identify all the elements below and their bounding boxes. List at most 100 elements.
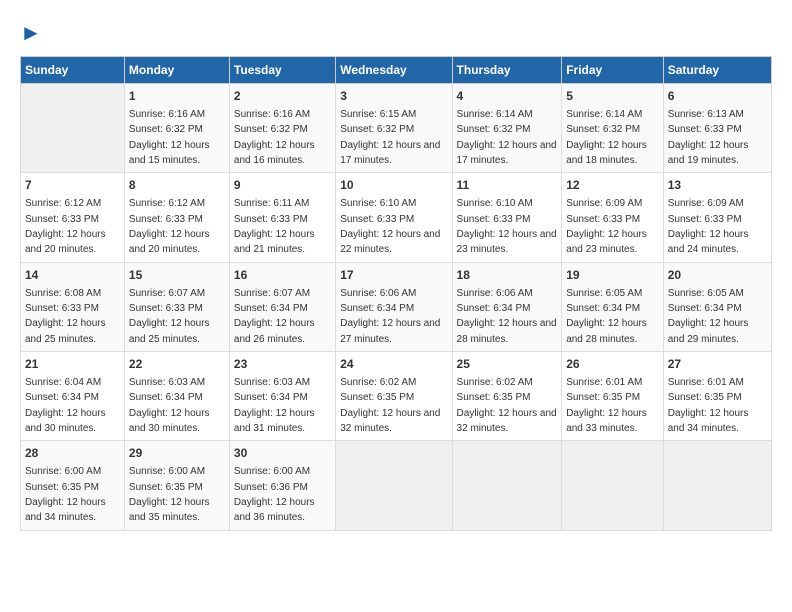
day-sunset: Sunset: 6:33 PM [25, 303, 99, 314]
day-daylight: Daylight: 12 hours and 22 minutes. [340, 229, 440, 255]
day-sunset: Sunset: 6:34 PM [340, 303, 414, 314]
day-daylight: Daylight: 12 hours and 32 minutes. [340, 408, 440, 434]
day-daylight: Daylight: 12 hours and 28 minutes. [457, 318, 557, 344]
header-friday: Friday [562, 57, 664, 84]
day-sunrise: Sunrise: 6:00 AM [129, 466, 205, 477]
day-sunset: Sunset: 6:33 PM [25, 214, 99, 225]
day-number: 21 [25, 356, 120, 373]
day-daylight: Daylight: 12 hours and 31 minutes. [234, 408, 315, 434]
day-cell: 28Sunrise: 6:00 AMSunset: 6:35 PMDayligh… [21, 441, 125, 530]
day-sunrise: Sunrise: 6:06 AM [457, 288, 533, 299]
day-daylight: Daylight: 12 hours and 23 minutes. [566, 229, 647, 255]
day-sunset: Sunset: 6:33 PM [340, 214, 414, 225]
day-sunrise: Sunrise: 6:10 AM [457, 198, 533, 209]
header-sunday: Sunday [21, 57, 125, 84]
day-daylight: Daylight: 12 hours and 30 minutes. [25, 408, 106, 434]
day-sunrise: Sunrise: 6:15 AM [340, 109, 416, 120]
day-number: 9 [234, 177, 331, 194]
day-number: 13 [668, 177, 767, 194]
day-cell [562, 441, 664, 530]
day-sunrise: Sunrise: 6:00 AM [25, 466, 101, 477]
day-daylight: Daylight: 12 hours and 25 minutes. [129, 318, 210, 344]
day-sunrise: Sunrise: 6:00 AM [234, 466, 310, 477]
day-number: 15 [129, 267, 225, 284]
day-cell: 9Sunrise: 6:11 AMSunset: 6:33 PMDaylight… [229, 173, 335, 262]
day-sunrise: Sunrise: 6:16 AM [234, 109, 310, 120]
day-number: 10 [340, 177, 447, 194]
day-sunset: Sunset: 6:35 PM [340, 392, 414, 403]
day-cell: 18 Sunrise: 6:06 AM Sunset: 6:34 PM Dayligh… [452, 262, 562, 351]
day-cell: 25Sunrise: 6:02 AMSunset: 6:35 PMDayligh… [452, 352, 562, 441]
day-cell [336, 441, 452, 530]
day-daylight: Daylight: 12 hours and 21 minutes. [234, 229, 315, 255]
day-number: 22 [129, 356, 225, 373]
day-cell: 20Sunrise: 6:05 AMSunset: 6:34 PMDayligh… [663, 262, 771, 351]
day-sunset: Sunset: 6:34 PM [25, 392, 99, 403]
day-sunset: Sunset: 6:33 PM [668, 124, 742, 135]
day-cell: 4Sunrise: 6:14 AMSunset: 6:32 PMDaylight… [452, 84, 562, 173]
day-cell [452, 441, 562, 530]
day-cell: 10Sunrise: 6:10 AMSunset: 6:33 PMDayligh… [336, 173, 452, 262]
day-cell: 30Sunrise: 6:00 AMSunset: 6:36 PMDayligh… [229, 441, 335, 530]
day-cell: 6Sunrise: 6:13 AMSunset: 6:33 PMDaylight… [663, 84, 771, 173]
day-sunset: Sunset: 6:34 PM [668, 303, 742, 314]
day-sunrise: Sunrise: 6:01 AM [566, 377, 642, 388]
day-sunrise: Sunrise: 6:08 AM [25, 288, 101, 299]
day-sunset: Sunset: 6:35 PM [25, 482, 99, 493]
day-sunset: Sunset: 6:33 PM [129, 214, 203, 225]
day-sunrise: Sunrise: 6:13 AM [668, 109, 744, 120]
day-sunset: Sunset: 6:32 PM [129, 124, 203, 135]
day-sunrise: Sunrise: 6:11 AM [234, 198, 309, 209]
day-sunset: Sunset: 6:33 PM [457, 214, 531, 225]
day-cell [21, 84, 125, 173]
day-cell: 29Sunrise: 6:00 AMSunset: 6:35 PMDayligh… [124, 441, 229, 530]
day-sunrise: Sunrise: 6:01 AM [668, 377, 744, 388]
day-number: 5 [566, 88, 659, 105]
week-row-1: 7Sunrise: 6:12 AMSunset: 6:33 PMDaylight… [21, 173, 772, 262]
day-number: 25 [457, 356, 558, 373]
day-number: 12 [566, 177, 659, 194]
day-sunrise: Sunrise: 6:03 AM [129, 377, 205, 388]
day-number: 16 [234, 267, 331, 284]
day-cell: 23Sunrise: 6:03 AMSunset: 6:34 PMDayligh… [229, 352, 335, 441]
day-sunset: Sunset: 6:35 PM [129, 482, 203, 493]
day-sunset: Sunset: 6:32 PM [340, 124, 414, 135]
day-number: 18 [457, 267, 558, 284]
day-number: 19 [566, 267, 659, 284]
day-sunrise: Sunrise: 6:16 AM [129, 109, 205, 120]
day-sunrise: Sunrise: 6:07 AM [129, 288, 205, 299]
week-row-2: 14 Sunrise: 6:08 AM Sunset: 6:33 PM Dayligh… [21, 262, 772, 351]
day-sunset: Sunset: 6:33 PM [566, 214, 640, 225]
day-daylight: Daylight: 12 hours and 36 minutes. [234, 497, 315, 523]
day-number: 24 [340, 356, 447, 373]
day-sunset: Sunset: 6:32 PM [457, 124, 531, 135]
header-monday: Monday [124, 57, 229, 84]
day-sunset: Sunset: 6:34 PM [457, 303, 531, 314]
day-daylight: Daylight: 12 hours and 33 minutes. [566, 408, 647, 434]
header-wednesday: Wednesday [336, 57, 452, 84]
day-daylight: Daylight: 12 hours and 34 minutes. [668, 408, 749, 434]
day-number: 23 [234, 356, 331, 373]
day-sunrise: Sunrise: 6:06 AM [340, 288, 416, 299]
day-cell: 14Sunrise: 6:08 AMSunset: 6:33 PMDayligh… [21, 262, 125, 351]
week-row-0: 1Sunrise: 6:16 AMSunset: 6:32 PMDaylight… [21, 84, 772, 173]
day-daylight: Daylight: 12 hours and 20 minutes. [25, 229, 106, 255]
day-sunset: Sunset: 6:36 PM [234, 482, 308, 493]
day-sunset: Sunset: 6:32 PM [234, 124, 308, 135]
day-cell: 19Sunrise: 6:05 AMSunset: 6:34 PMDayligh… [562, 262, 664, 351]
day-sunset: Sunset: 6:35 PM [457, 392, 531, 403]
day-sunrise: Sunrise: 6:02 AM [340, 377, 416, 388]
week-row-3: 21Sunrise: 6:04 AMSunset: 6:34 PMDayligh… [21, 352, 772, 441]
day-sunrise: Sunrise: 6:12 AM [129, 198, 205, 209]
header-saturday: Saturday [663, 57, 771, 84]
day-number: 2 [234, 88, 331, 105]
day-cell: 12 Sunrise: 6:09 AM Sunset: 6:33 PM Dayligh… [562, 173, 664, 262]
day-daylight: Daylight: 12 hours and 32 minutes. [457, 408, 557, 434]
day-number: 26 [566, 356, 659, 373]
day-number: 14 [25, 267, 120, 284]
day-sunrise: Sunrise: 6:09 AM [566, 198, 642, 209]
day-daylight: Daylight: 12 hours and 26 minutes. [234, 318, 315, 344]
header: ► [20, 20, 772, 46]
day-cell: 21Sunrise: 6:04 AMSunset: 6:34 PMDayligh… [21, 352, 125, 441]
day-cell: 5Sunrise: 6:14 AMSunset: 6:32 PMDaylight… [562, 84, 664, 173]
